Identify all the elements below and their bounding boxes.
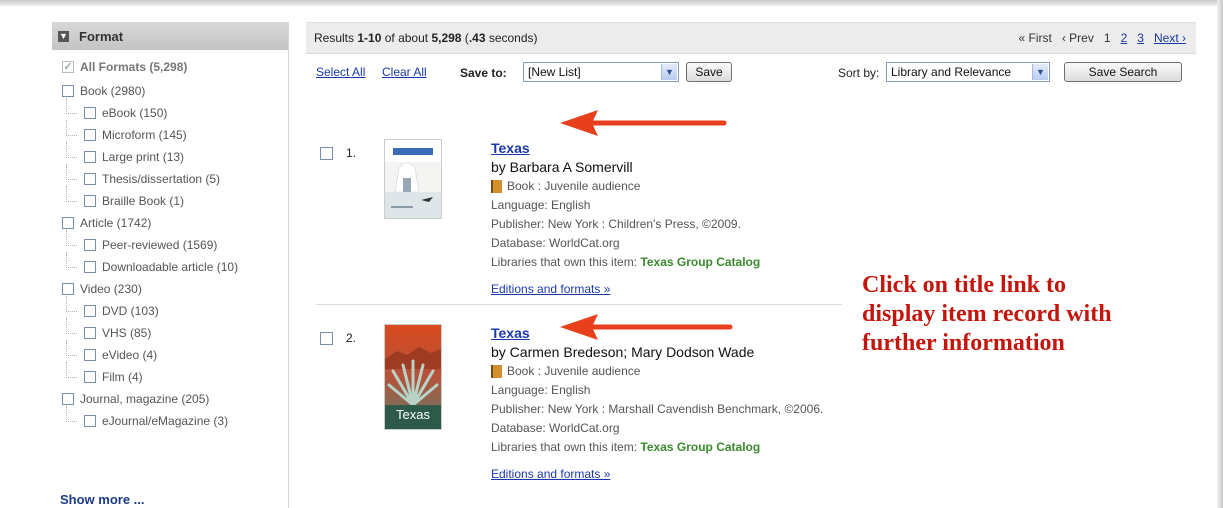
arrow-icon	[560, 314, 733, 340]
arrow-icon	[560, 110, 727, 136]
instruction-callout: Click on title link to display item reco…	[862, 271, 1112, 358]
callout-line-3: further information	[862, 330, 1065, 356]
annotation-arrows	[560, 110, 733, 340]
callout-line-2: display item record with	[862, 301, 1112, 327]
callout-line-1: Click on title link to	[862, 272, 1067, 298]
